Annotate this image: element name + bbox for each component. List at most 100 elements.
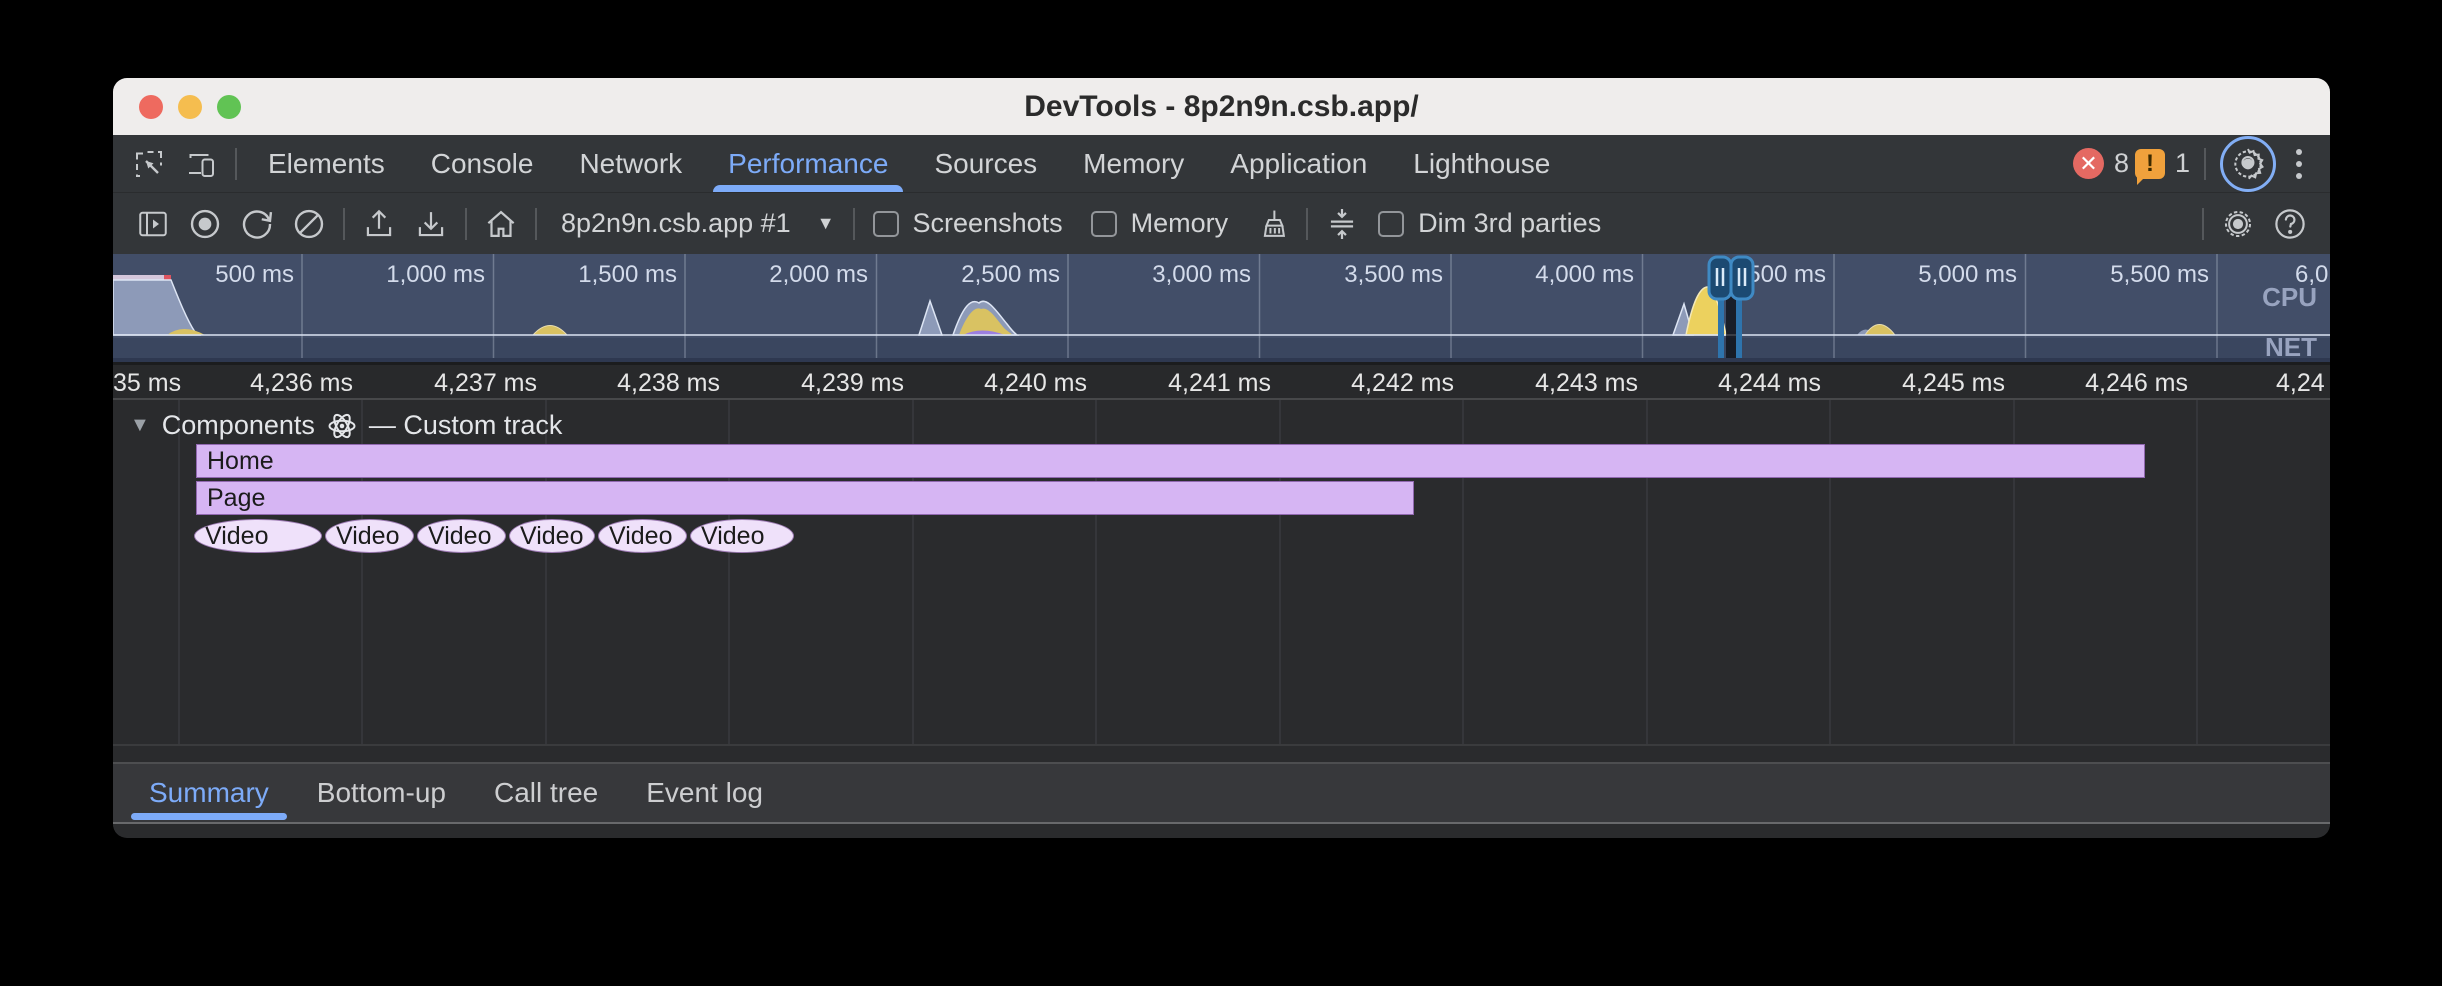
issues-badge[interactable]: ! 1 [2135,148,2190,179]
help-icon [2271,205,2309,243]
ruler-tick: 4,245 ms [1902,369,2005,398]
selection-handle-right [1731,257,1753,299]
gear-icon [2229,145,2267,183]
overview-tick: 3,000 ms [1152,261,1251,288]
record-button[interactable] [179,201,231,247]
disclosure-triangle-icon: ▼ [130,414,150,437]
more-options-button[interactable] [2282,149,2316,179]
screenshots-checkbox-box [873,211,899,237]
ruler-tick: 4,237 ms [434,369,537,398]
flame-bar-video[interactable]: Video [417,519,506,553]
record-icon [186,205,224,243]
feedback-help-button[interactable] [2264,201,2316,247]
ruler-tick: 4,238 ms [617,369,720,398]
titlebar: DevTools - 8p2n9n.csb.app/ [113,78,2330,135]
save-profile-button[interactable] [405,201,457,247]
ruler-tick-clipped: 4,24 [2276,369,2325,398]
ruler-tick: 4,240 ms [984,369,1087,398]
overview-tick: 5,500 ms [2110,261,2209,288]
custom-track-header[interactable]: ▼ Components — Custom track [130,410,562,441]
flame-bar-video[interactable]: Video [194,519,322,553]
overview-tick: 3,500 ms [1344,261,1443,288]
overview-tick: 2,500 ms [961,261,1060,288]
capture-settings-button[interactable] [2212,201,2264,247]
flame-bar-page[interactable]: Page [196,481,1414,515]
devtools-settings-button[interactable] [2220,136,2276,192]
flame-bar-home[interactable]: Home [196,444,2145,478]
record-and-reload-button[interactable] [231,201,283,247]
flame-bar-video[interactable]: Video [509,519,595,553]
screenshots-checkbox[interactable]: Screenshots [873,208,1063,239]
dim-checkbox-box [1378,211,1404,237]
selection-handle-left [1709,257,1731,299]
load-profile-button[interactable] [353,201,405,247]
chevron-down-icon: ▼ [817,213,835,234]
gear-icon [2219,205,2257,243]
ruler-tick: 4,236 ms [250,369,353,398]
track-suffix: — Custom track [369,410,563,441]
ruler-tick: 4,244 ms [1718,369,1821,398]
overview-tick: 1,000 ms [386,261,485,288]
cpu-lane-label: CPU [2262,282,2317,312]
memory-checkbox[interactable]: Memory [1091,208,1229,239]
issue-icon: ! [2135,149,2165,179]
overview-tick: 5,000 ms [1918,261,2017,288]
tab-summary[interactable]: Summary [125,764,293,822]
broom-icon [1253,205,1291,243]
ruler-tick: 4,246 ms [2085,369,2188,398]
tab-sources[interactable]: Sources [911,135,1060,192]
performance-toolbar: 8p2n9n.csb.app #1 ▼ Screenshots Memory [113,192,2330,254]
tab-lighthouse[interactable]: Lighthouse [1390,135,1573,192]
panel-tab-bar: Elements Console Network Performance Sou… [113,135,2330,192]
tab-call-tree[interactable]: Call tree [470,764,622,822]
shortcut-dialog-button[interactable] [1316,201,1368,247]
tab-network[interactable]: Network [556,135,705,192]
tab-application[interactable]: Application [1207,135,1390,192]
console-errors-badge[interactable]: ✕ 8 [2073,148,2129,179]
overview-tick: 4,000 ms [1535,261,1634,288]
ruler-tick: 35 ms [113,369,181,398]
close-window-button[interactable] [139,95,163,119]
track-name: Components [162,410,315,441]
collect-garbage-button[interactable] [1246,201,1298,247]
flame-chart-area[interactable]: ▼ Components — Custom track Home Page Vi… [113,400,2330,746]
zoom-window-button[interactable] [217,95,241,119]
clear-recording-button[interactable] [283,201,335,247]
block-icon [290,205,328,243]
flame-bar-video[interactable]: Video [325,519,414,553]
minimize-window-button[interactable] [178,95,202,119]
details-tab-bar: Summary Bottom-up Call tree Event log [113,762,2330,824]
window-title: DevTools - 8p2n9n.csb.app/ [1024,90,1419,124]
flame-bar-video[interactable]: Video [690,519,794,553]
timeline-overview[interactable]: 500 ms 1,000 ms 1,500 ms 2,000 ms 2,500 … [113,254,2330,362]
home-icon [482,205,520,243]
collapse-vertical-icon [1323,205,1361,243]
ruler-tick: 4,242 ms [1351,369,1454,398]
target-selector-dropdown[interactable]: 8p2n9n.csb.app #1 ▼ [545,208,845,239]
inspect-cursor-icon [131,146,167,182]
overview-tick: 1,500 ms [578,261,677,288]
devtools-window: DevTools - 8p2n9n.csb.app/ Elements Cons… [113,78,2330,838]
panel-left-icon [135,206,171,242]
ruler-tick: 4,239 ms [801,369,904,398]
ruler-tick: 4,241 ms [1168,369,1271,398]
inspect-element-button[interactable] [123,141,175,187]
tab-event-log[interactable]: Event log [622,764,787,822]
device-toolbar-button[interactable] [175,141,227,187]
dim-3rd-parties-checkbox[interactable]: Dim 3rd parties [1378,208,1601,239]
flame-bar-video[interactable]: Video [598,519,687,553]
tab-performance[interactable]: Performance [705,135,911,192]
tab-bottom-up[interactable]: Bottom-up [293,764,470,822]
overview-tick: 500 ms [215,261,294,288]
tab-elements[interactable]: Elements [245,135,408,192]
tab-console[interactable]: Console [408,135,557,192]
tab-memory[interactable]: Memory [1060,135,1207,192]
time-ruler: 35 ms 4,236 ms 4,237 ms 4,238 ms 4,239 m… [113,362,2330,400]
atom-icon [327,411,357,441]
ruler-tick: 4,243 ms [1535,369,1638,398]
overview-chart: 500 ms 1,000 ms 1,500 ms 2,000 ms 2,500 … [113,254,2330,362]
home-button[interactable] [475,201,527,247]
upload-icon [360,205,398,243]
memory-checkbox-box [1091,211,1117,237]
toggle-sidebar-button[interactable] [127,201,179,247]
